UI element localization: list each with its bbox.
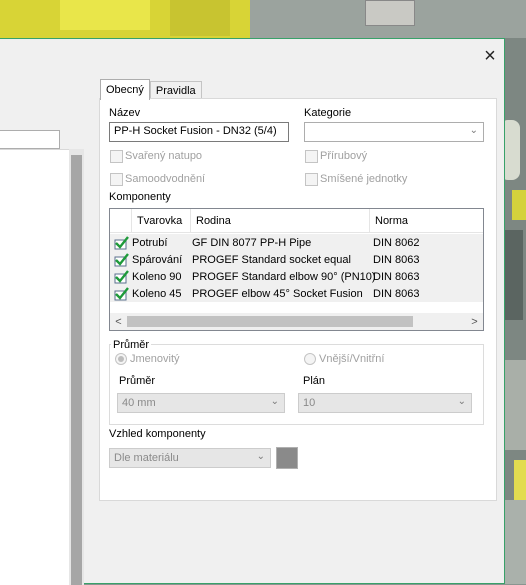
- table-row[interactable]: Koleno 90 PROGEF Standard elbow 90° (PN1…: [110, 268, 483, 285]
- yellow-structure: [170, 0, 230, 36]
- mixed-units-checkbox[interactable]: [305, 173, 318, 186]
- diameter-group-title: Průměr: [111, 339, 152, 351]
- schedule-select[interactable]: 10 ⌄: [298, 393, 472, 413]
- appearance-label: Vzhled komponenty: [109, 428, 206, 440]
- yellow-beam: [512, 190, 526, 220]
- green-check-icon: [114, 270, 129, 284]
- chevron-down-icon: ⌄: [469, 125, 478, 136]
- schedule-value: 10: [303, 397, 316, 409]
- cell-family: GF DIN 8077 PP-H Pipe: [192, 236, 312, 249]
- tab-general[interactable]: Obecný: [100, 79, 150, 100]
- outer-inner-radio[interactable]: [304, 353, 316, 365]
- appearance-select[interactable]: Dle materiálu ⌄: [109, 448, 271, 468]
- cell-fitting: Spárování: [132, 253, 183, 266]
- green-check-icon: [114, 236, 129, 250]
- table-row[interactable]: Spárování PROGEF Standard socket equal D…: [110, 251, 483, 268]
- color-swatch[interactable]: [276, 447, 298, 469]
- scroll-right-button[interactable]: >: [466, 313, 483, 330]
- pipe: [505, 230, 523, 320]
- green-check-icon: [114, 253, 129, 267]
- category-select[interactable]: ⌄: [304, 122, 484, 142]
- welded-checkbox[interactable]: [110, 150, 123, 163]
- category-label: Kategorie: [304, 107, 352, 119]
- nominal-radio-label: Jmenovitý: [130, 353, 180, 365]
- selfdrain-label: Samoodvodnění: [125, 173, 206, 185]
- list-scrollbar-thumb[interactable]: [71, 155, 82, 585]
- column-header-standard[interactable]: Norma: [370, 209, 483, 233]
- schedule-label: Plán: [303, 375, 326, 387]
- scroll-left-button[interactable]: <: [110, 313, 127, 330]
- components-label: Komponenty: [109, 191, 171, 203]
- cell-family: PROGEF elbow 45° Socket Fusion: [192, 287, 363, 300]
- table-row[interactable]: Potrubí GF DIN 8077 PP-H Pipe DIN 8062: [110, 234, 483, 251]
- flanged-checkbox[interactable]: [305, 150, 318, 163]
- cell-fitting: Potrubí: [132, 236, 168, 249]
- table-header: Tvarovka Rodina Norma: [110, 209, 483, 233]
- selfdrain-checkbox[interactable]: [110, 173, 123, 186]
- name-field[interactable]: PP-H Socket Fusion - DN32 (5/4): [109, 122, 289, 142]
- column-header-family[interactable]: Rodina: [191, 209, 370, 233]
- table-header-check: [110, 209, 132, 233]
- appearance-value: Dle materiálu: [114, 452, 179, 464]
- cell-standard: DIN 8063: [373, 287, 420, 300]
- components-table[interactable]: Tvarovka Rodina Norma Potrubí GF DIN 807…: [109, 208, 484, 331]
- name-label: Název: [109, 107, 141, 119]
- outer-inner-radio-label: Vnější/Vnitřní: [319, 353, 385, 365]
- column-header-fitting[interactable]: Tvarovka: [132, 209, 191, 233]
- cell-standard: DIN 8062: [373, 236, 420, 249]
- chevron-down-icon: ⌄: [457, 396, 466, 407]
- table-horizontal-scrollbar[interactable]: < >: [110, 313, 483, 330]
- diameter-label: Průměr: [119, 375, 156, 387]
- chevron-down-icon: ⌄: [256, 451, 265, 462]
- cell-family: PROGEF Standard socket equal: [192, 253, 351, 266]
- chevron-down-icon: ⌄: [270, 396, 279, 407]
- close-icon: ×: [484, 45, 496, 67]
- cell-standard: DIN 8063: [373, 253, 420, 266]
- yellow-structure: [60, 0, 150, 30]
- mixed-units-label: Smíšené jednotky: [320, 173, 408, 185]
- cell-fitting: Koleno 45: [132, 287, 182, 300]
- diameter-select[interactable]: 40 mm ⌄: [117, 393, 285, 413]
- cell-family: PROGEF Standard elbow 90° (PN10): [192, 270, 376, 283]
- tab-strip: Obecný Pravidla: [100, 79, 202, 100]
- scrollbar-thumb[interactable]: [127, 316, 413, 327]
- diameter-value: 40 mm: [122, 397, 156, 409]
- cell-standard: DIN 8063: [373, 270, 420, 283]
- pipe-type-dialog: × Obecný Pravidla Název PP-H Socket Fusi…: [0, 38, 505, 585]
- close-button[interactable]: ×: [478, 45, 502, 67]
- left-filter-field[interactable]: [0, 130, 60, 149]
- green-check-icon: [114, 287, 129, 301]
- nominal-radio[interactable]: [115, 353, 127, 365]
- cell-fitting: Koleno 90: [132, 270, 182, 283]
- grey-box: [365, 0, 415, 26]
- welded-label: Svařený natupo: [125, 150, 203, 162]
- table-row[interactable]: Koleno 45 PROGEF elbow 45° Socket Fusion…: [110, 285, 483, 302]
- flanged-label: Přírubový: [320, 150, 368, 162]
